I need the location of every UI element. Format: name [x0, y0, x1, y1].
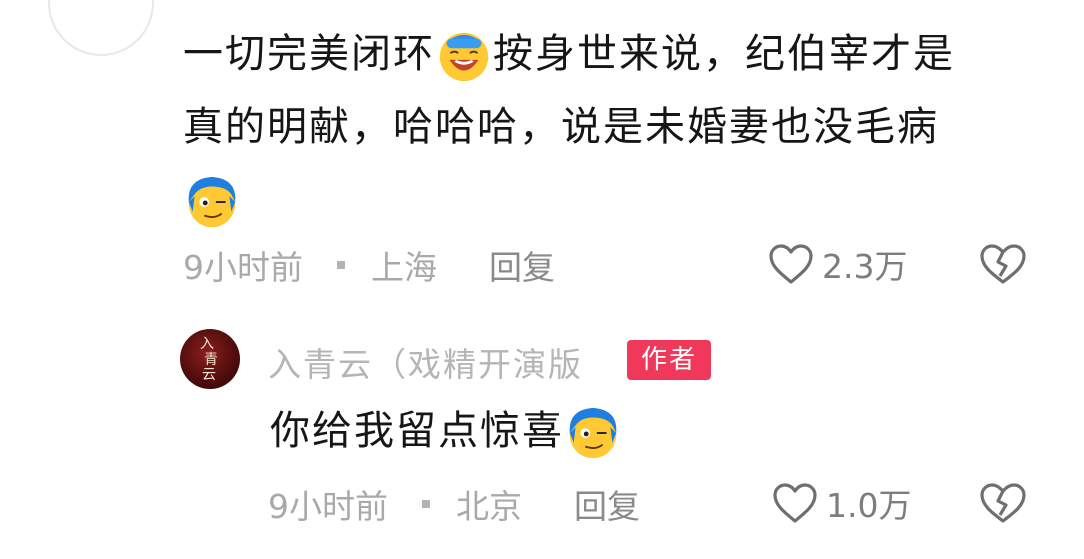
heart-icon	[769, 244, 813, 284]
reply-reply-button[interactable]: 回复	[574, 480, 640, 528]
comment-author-avatar[interactable]	[48, 0, 154, 56]
comment-text-part2: 按身世来说，纪伯宰才是	[493, 31, 955, 77]
reply-author-name[interactable]: 入青云（戏精开演版	[268, 338, 583, 386]
blue-hair-smirk-emoji-icon	[188, 176, 236, 228]
blue-hair-smirk-emoji-icon	[569, 407, 617, 459]
comment-text-part1: 一切完美闭环	[183, 31, 435, 77]
reply-like-button[interactable]: 1.0万	[772, 479, 911, 527]
reply-author-avatar[interactable]: 入 青 云	[180, 329, 240, 389]
avatar-glyph-1: 入	[200, 336, 214, 352]
separator-dot	[422, 500, 430, 508]
comment-like-button[interactable]: 2.3万	[768, 240, 907, 288]
comment-body: 一切完美闭环 按身世来说，纪伯宰才是 真的明献，哈哈哈，说是未婚妻也没毛病	[183, 18, 1023, 237]
reply-time: 9小时前	[268, 487, 388, 526]
author-badge: 作者	[627, 340, 711, 380]
separator-dot	[337, 261, 345, 269]
avatar-glyph-2: 青	[204, 352, 218, 368]
comment-meta: 9小时前 上海 回复	[183, 240, 555, 290]
comment-like-count: 2.3万	[822, 247, 908, 286]
broken-heart-icon[interactable]	[979, 481, 1027, 525]
reply-meta: 9小时前 北京 回复	[268, 479, 640, 529]
comment-text-line2: 真的明献，哈哈哈，说是未婚妻也没毛病	[183, 104, 939, 150]
reply-location: 北京	[456, 487, 522, 526]
facepalm-laughing-emoji-icon	[439, 32, 489, 82]
heart-icon	[773, 483, 817, 523]
reply-body: 你给我留点惊喜	[270, 402, 622, 462]
comment-reply-button[interactable]: 回复	[489, 241, 555, 289]
comment-time: 9小时前	[183, 248, 303, 287]
comment-location: 上海	[371, 248, 437, 287]
broken-heart-icon[interactable]	[979, 242, 1027, 286]
avatar-glyph-3: 云	[202, 367, 216, 383]
reply-text: 你给我留点惊喜	[270, 408, 564, 454]
reply-like-count: 1.0万	[826, 486, 912, 525]
